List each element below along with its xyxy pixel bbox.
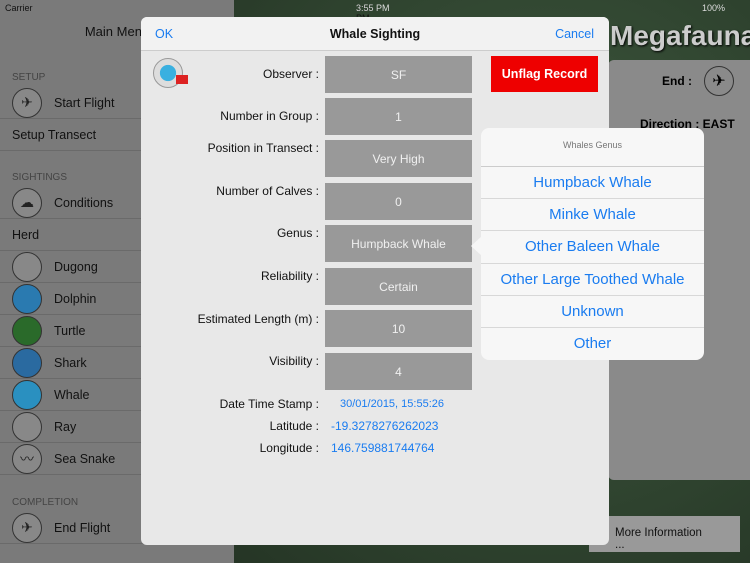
- visibility-field[interactable]: 4: [325, 353, 472, 390]
- genus-popover: Whales Genus Humpback Whale Minke Whale …: [481, 128, 704, 360]
- genus-field[interactable]: Humpback Whale: [325, 225, 472, 262]
- group-field[interactable]: 1: [325, 98, 472, 135]
- dialog-title: Whale Sighting: [329, 27, 421, 41]
- position-label: Position in Transect :: [207, 141, 319, 155]
- longitude-value: 146.759881744764: [331, 441, 435, 455]
- genus-option[interactable]: Other: [481, 328, 704, 360]
- label: End Flight: [54, 520, 111, 535]
- length-field[interactable]: 10: [325, 310, 472, 347]
- section-completion: COMPLETION: [12, 497, 79, 508]
- genus-option[interactable]: Minke Whale: [481, 199, 704, 232]
- longitude-label: Longitude :: [259, 441, 319, 455]
- length-label: Estimated Length (m) :: [197, 312, 319, 326]
- label: Shark: [54, 355, 87, 370]
- label: Sea Snake: [54, 451, 116, 466]
- label: Turtle: [54, 323, 86, 338]
- calves-field[interactable]: 0: [325, 183, 472, 220]
- battery: 100%: [702, 3, 726, 13]
- landing-plane-icon[interactable]: ✈: [704, 66, 734, 96]
- label: Dolphin: [54, 291, 97, 306]
- datetime-value: 30/01/2015, 15:55:26: [340, 398, 444, 410]
- end-label: End :: [662, 74, 692, 88]
- sea-snake-icon: 〰: [12, 443, 42, 474]
- latitude-value: -19.3278276262023: [331, 419, 439, 433]
- datetime-label: Date Time Stamp :: [219, 397, 319, 411]
- dolphin-icon: [12, 283, 42, 314]
- carrier: Carrier: [5, 3, 33, 13]
- label: Ray: [54, 419, 77, 434]
- cancel-button[interactable]: Cancel: [555, 27, 594, 41]
- app-title: Megafauna: [610, 20, 750, 51]
- dialog-header: OK Whale Sighting Cancel: [141, 17, 609, 51]
- label: Dugong: [54, 259, 98, 274]
- label: Conditions: [54, 195, 114, 210]
- label: Start Flight: [54, 95, 115, 110]
- genus-option[interactable]: Unknown: [481, 296, 704, 328]
- section-sightings: SIGHTINGS: [12, 172, 68, 183]
- weather-icon: ☁: [12, 187, 42, 218]
- whale-icon: [12, 379, 42, 410]
- visibility-label: Visibility :: [269, 354, 319, 368]
- genus-option[interactable]: Other Large Toothed Whale: [481, 264, 704, 296]
- observer-label: Observer :: [262, 67, 319, 81]
- label: Setup Transect: [12, 127, 97, 142]
- calves-label: Number of Calves :: [216, 184, 319, 198]
- latitude-label: Latitude :: [269, 419, 319, 433]
- unflag-record-button[interactable]: Unflag Record: [491, 56, 598, 92]
- genus-option[interactable]: Humpback Whale: [481, 167, 704, 200]
- more-information-button[interactable]: More Information ...: [589, 516, 740, 552]
- landing-icon: ✈: [12, 512, 42, 543]
- shark-icon: [12, 347, 42, 378]
- popover-title: Whales Genus: [481, 128, 704, 167]
- takeoff-icon: ✈: [12, 87, 42, 118]
- clock: 3:55 PM: [356, 3, 390, 13]
- label: Whale: [54, 387, 90, 402]
- ray-icon: [12, 411, 42, 442]
- genus-option[interactable]: Other Baleen Whale: [481, 231, 704, 264]
- section-setup: SETUP: [12, 72, 46, 83]
- reliability-label: Reliability :: [260, 269, 319, 283]
- position-field[interactable]: Very High: [325, 140, 472, 177]
- genus-label: Genus :: [276, 226, 319, 240]
- reliability-field[interactable]: Certain: [325, 268, 472, 305]
- dugong-icon: [12, 251, 42, 282]
- label: Herd: [12, 227, 40, 242]
- flag-icon: [176, 75, 188, 84]
- turtle-icon: [12, 315, 42, 346]
- group-label: Number in Group :: [220, 109, 319, 123]
- observer-field[interactable]: SF: [325, 56, 472, 93]
